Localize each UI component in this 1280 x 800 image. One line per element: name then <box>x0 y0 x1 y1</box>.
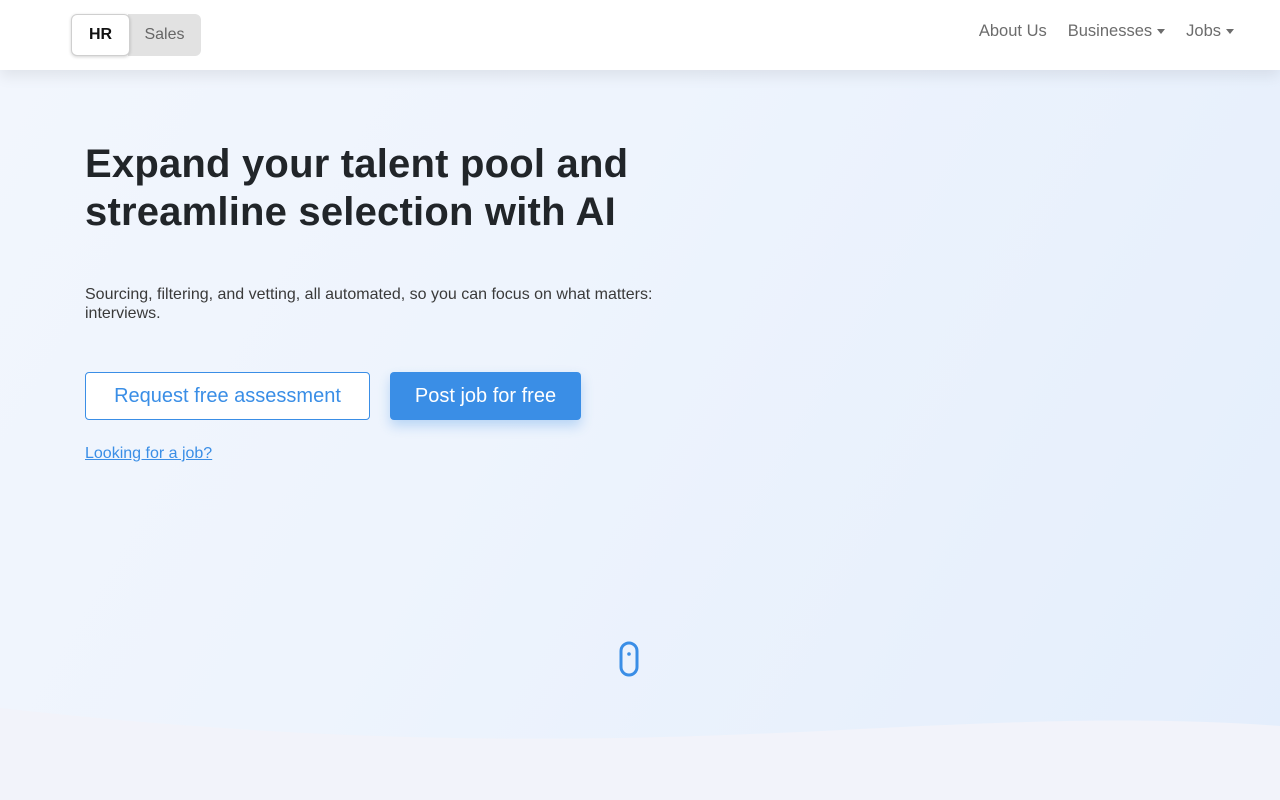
audience-toggle: HR Sales <box>71 14 201 56</box>
nav-businesses-label: Businesses <box>1067 22 1153 40</box>
hr-toggle-button[interactable]: HR <box>71 14 130 56</box>
caret-down-icon <box>1226 29 1234 34</box>
nav-jobs-label: Jobs <box>1186 22 1221 40</box>
mouse-scroll-icon[interactable] <box>619 641 639 677</box>
caret-down-icon <box>1157 29 1166 34</box>
hero-title: Expand your talent pool and streamline s… <box>85 142 629 234</box>
hero-subtitle: Sourcing, filtering, and vetting, all au… <box>85 286 653 322</box>
request-assessment-button[interactable]: Request free assessment <box>85 372 370 420</box>
navbar: HR Sales About Us Businesses Jobs <box>0 0 1280 70</box>
nav-about-us[interactable]: About Us <box>979 22 1047 41</box>
nav-about-us-label: About Us <box>978 22 1047 40</box>
post-job-button[interactable]: Post job for free <box>390 372 581 420</box>
wave-divider <box>0 708 1280 800</box>
looking-for-job-link[interactable]: Looking for a job? <box>85 445 212 463</box>
sales-toggle-button[interactable]: Sales <box>128 14 201 56</box>
nav-businesses-dropdown[interactable]: Businesses <box>1067 22 1166 41</box>
nav-jobs-dropdown[interactable]: Jobs <box>1186 22 1234 41</box>
nav-links: About Us Businesses Jobs <box>979 22 1234 41</box>
